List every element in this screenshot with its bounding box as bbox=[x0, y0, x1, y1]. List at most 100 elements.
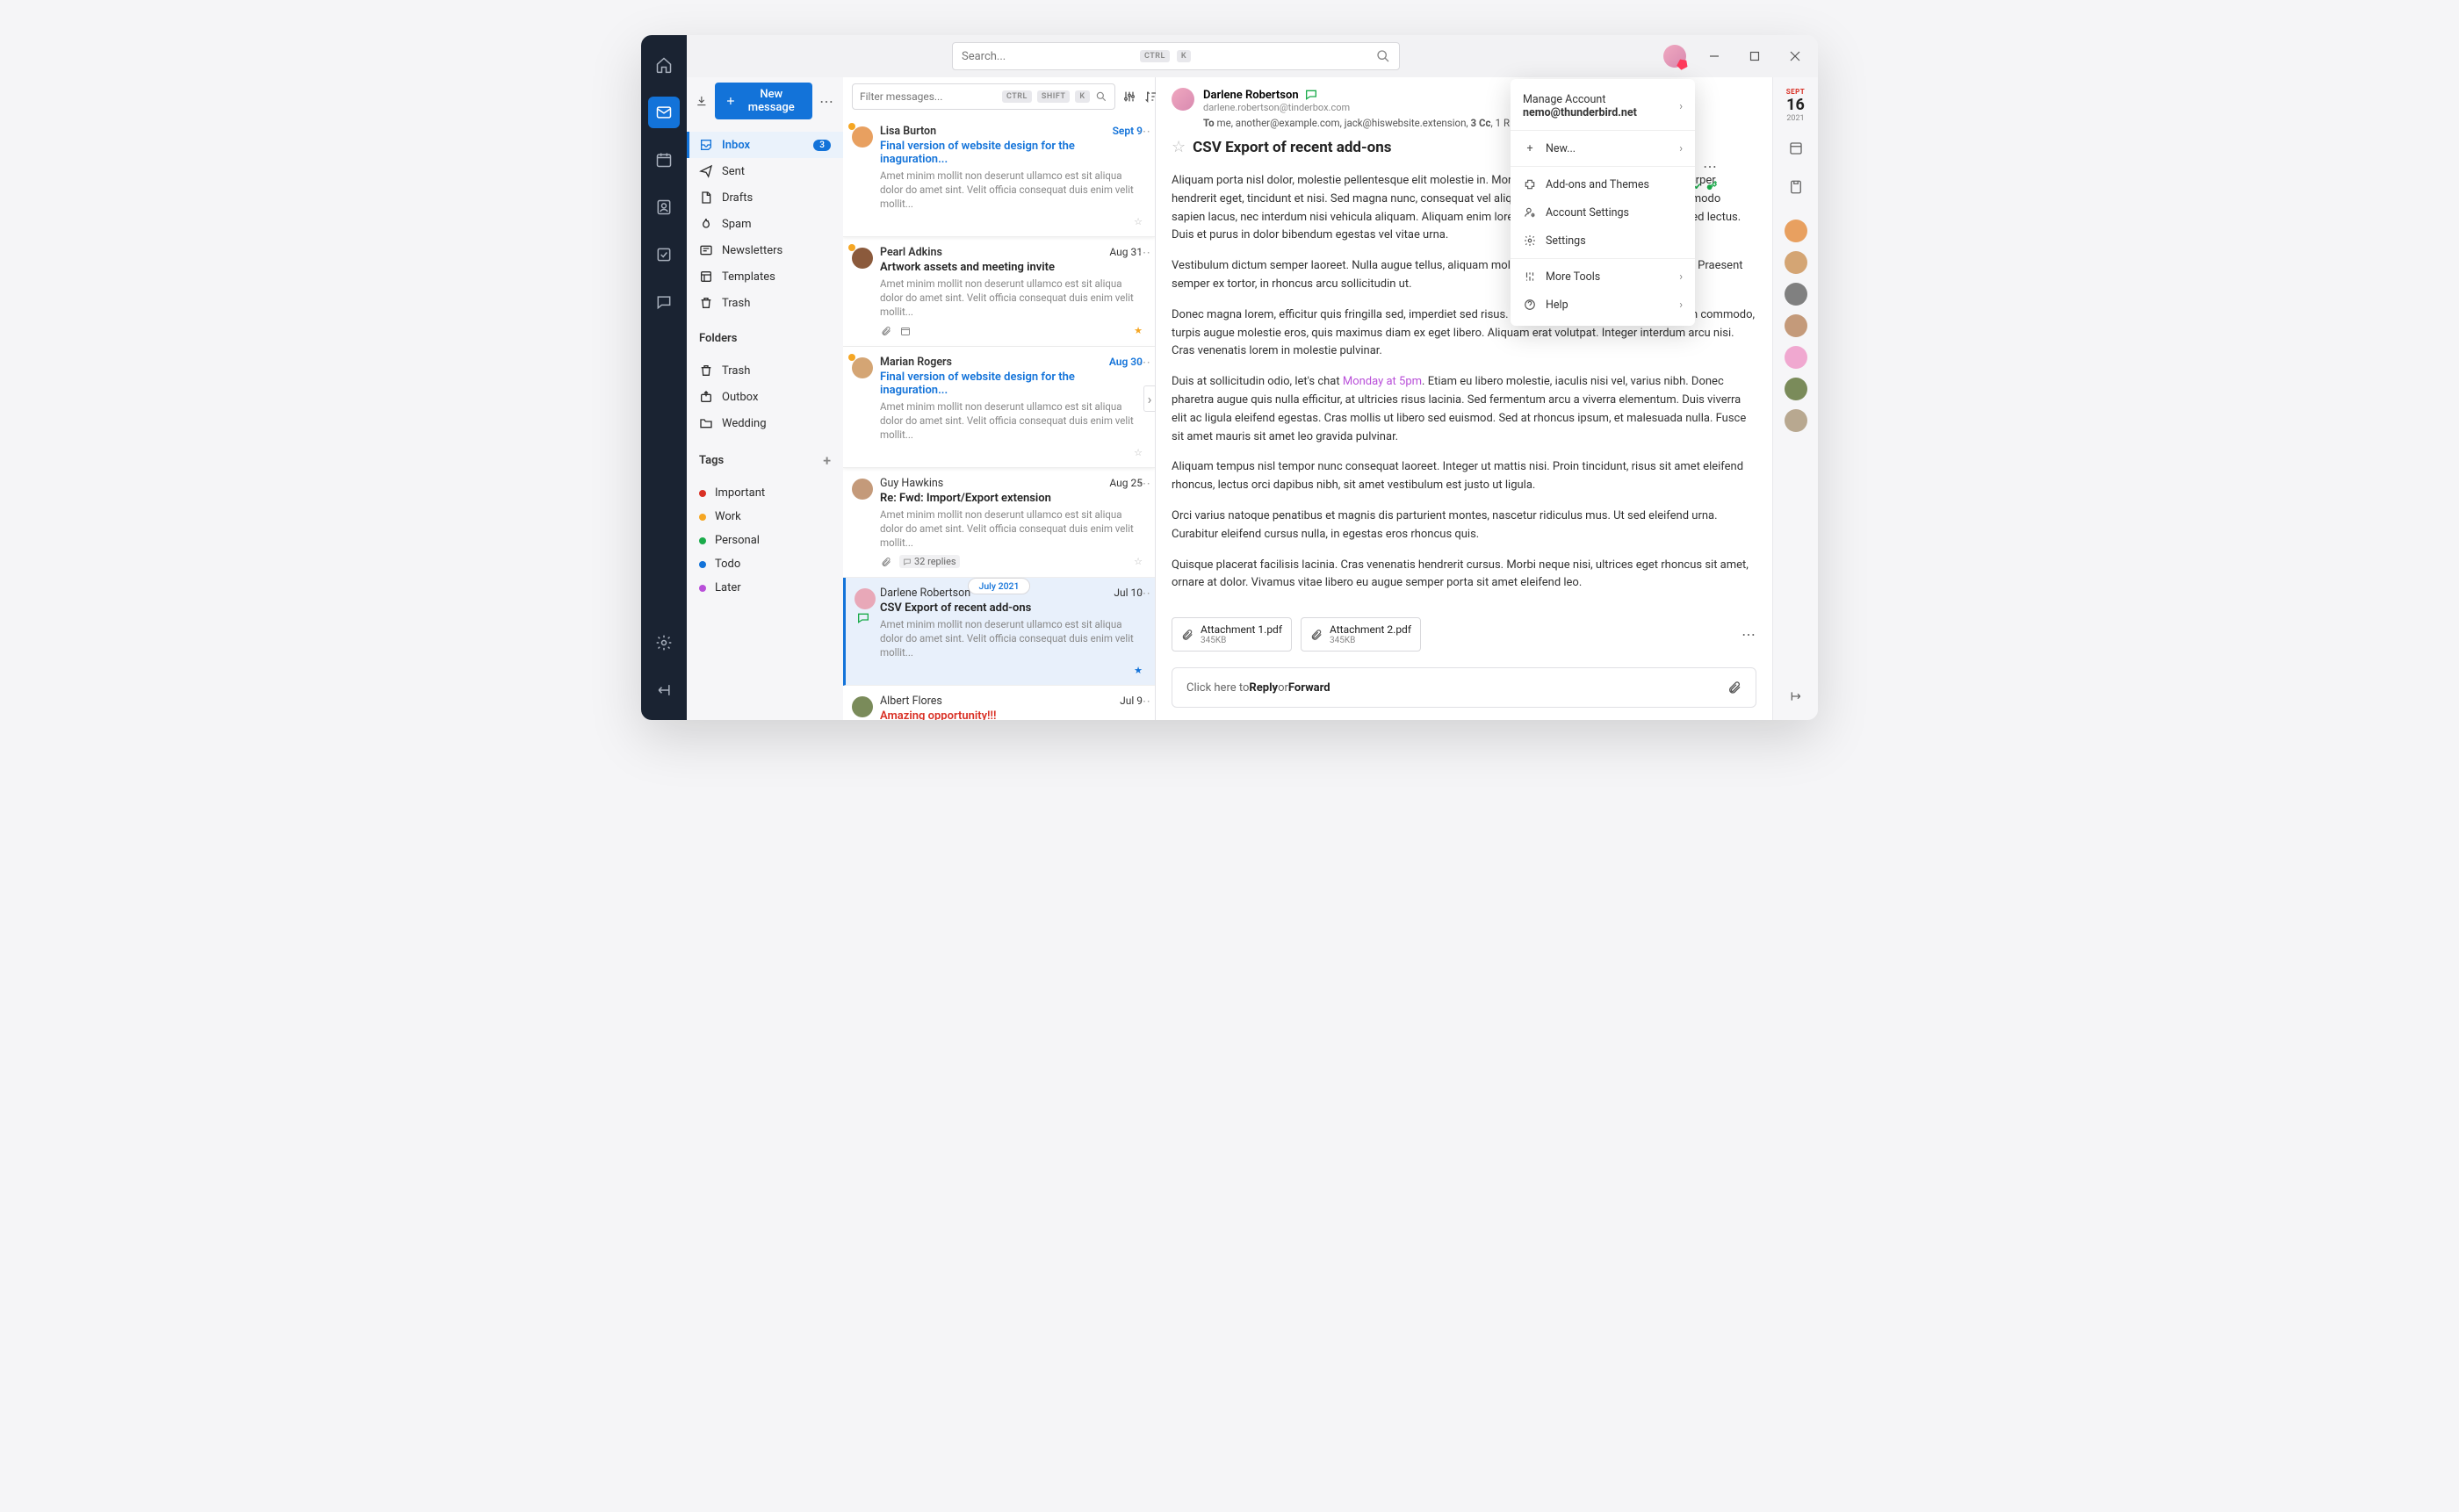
more-tools-item[interactable]: More Tools › bbox=[1511, 263, 1695, 291]
filter-input[interactable] bbox=[860, 90, 997, 103]
calendar-icon[interactable] bbox=[648, 144, 680, 176]
help-item[interactable]: Help › bbox=[1511, 291, 1695, 319]
outbox-icon bbox=[699, 390, 713, 404]
message-card[interactable]: ⋯ Marian RogersAug 30 Final version of w… bbox=[843, 347, 1155, 468]
search-input[interactable] bbox=[962, 50, 1133, 63]
tag-dot-icon bbox=[699, 585, 706, 592]
folder-sidebar: New message ⋯ Inbox3SentDraftsSpamNewsle… bbox=[687, 77, 843, 720]
add-tag-icon[interactable]: + bbox=[823, 452, 831, 469]
star-icon[interactable]: ☆ bbox=[1134, 447, 1143, 458]
mail-icon[interactable] bbox=[648, 97, 680, 128]
message-subject: CSV Export of recent add-ons bbox=[880, 601, 1143, 615]
tag-item-later[interactable]: Later bbox=[687, 576, 843, 600]
tag-item-important[interactable]: Important bbox=[687, 481, 843, 505]
trash-icon bbox=[699, 364, 713, 378]
folder-item-spam[interactable]: Spam bbox=[687, 211, 843, 237]
contact-avatar[interactable] bbox=[1785, 251, 1807, 274]
star-icon[interactable]: ☆ bbox=[1134, 216, 1143, 227]
notes-icon[interactable] bbox=[1783, 174, 1809, 200]
message-more-icon[interactable]: ⋯ bbox=[1138, 246, 1151, 260]
message-card[interactable]: ⋯ Guy HawkinsAug 25 Re: Fwd: Import/Expo… bbox=[843, 468, 1155, 578]
tasks-icon[interactable] bbox=[648, 239, 680, 270]
sender-name: Darlene Robertson bbox=[1203, 89, 1299, 102]
global-search[interactable]: CTRL K bbox=[952, 42, 1400, 70]
collapse-rail-icon[interactable] bbox=[648, 674, 680, 706]
star-icon[interactable]: ★ bbox=[1134, 325, 1143, 336]
account-avatar[interactable] bbox=[1663, 45, 1686, 68]
star-icon[interactable]: ★ bbox=[1134, 665, 1143, 676]
message-more-icon[interactable]: ⋯ bbox=[1138, 695, 1151, 709]
contact-avatar[interactable] bbox=[1785, 409, 1807, 432]
download-icon[interactable] bbox=[696, 94, 708, 108]
close-icon[interactable] bbox=[1783, 44, 1807, 68]
message-card[interactable]: ⋯ Albert FloresJul 9 Amazing opportunity… bbox=[843, 686, 1155, 720]
home-icon[interactable] bbox=[648, 49, 680, 81]
message-subject: Artwork assets and meeting invite bbox=[880, 261, 1143, 274]
chat-icon[interactable] bbox=[648, 286, 680, 318]
minimize-icon[interactable] bbox=[1702, 44, 1727, 68]
sender-avatar bbox=[855, 588, 876, 609]
contact-avatar[interactable] bbox=[1785, 220, 1807, 242]
meeting-link[interactable]: Monday at 5pm bbox=[1343, 375, 1422, 388]
more-icon[interactable]: ⋯ bbox=[1703, 158, 1718, 175]
filter-messages[interactable]: CTRL SHIFT K bbox=[852, 83, 1115, 110]
attachment-chip[interactable]: Attachment 1.pdf345KB bbox=[1172, 617, 1292, 652]
message-more-icon[interactable]: ⋯ bbox=[1138, 356, 1151, 370]
folder-item-outbox[interactable]: Outbox bbox=[687, 384, 843, 410]
sender-avatar[interactable] bbox=[1172, 88, 1194, 111]
draft-icon bbox=[699, 191, 713, 205]
folder-item-templates[interactable]: Templates bbox=[687, 263, 843, 290]
chat-status-icon bbox=[856, 611, 870, 625]
chevron-right-icon: › bbox=[1679, 142, 1683, 155]
tag-dot-icon bbox=[699, 514, 706, 521]
new-message-button[interactable]: New message bbox=[715, 83, 812, 119]
folder-item-inbox[interactable]: Inbox3 bbox=[687, 132, 843, 158]
attach-icon[interactable] bbox=[1727, 680, 1741, 695]
plus-icon bbox=[725, 95, 736, 107]
contact-avatar[interactable] bbox=[1785, 314, 1807, 337]
attachments-more-icon[interactable]: ⋯ bbox=[1741, 626, 1756, 643]
expand-rail-icon[interactable] bbox=[1783, 683, 1809, 709]
folder-item-wedding[interactable]: Wedding bbox=[687, 410, 843, 436]
star-icon[interactable]: ☆ bbox=[1134, 556, 1143, 567]
addons-item[interactable]: Add-ons and Themes bbox=[1511, 170, 1695, 198]
more-icon[interactable]: ⋯ bbox=[819, 93, 834, 110]
reply-forward-bar[interactable]: Click here to Reply or Forward bbox=[1172, 667, 1756, 708]
tag-item-personal[interactable]: Personal bbox=[687, 529, 843, 552]
maximize-icon[interactable] bbox=[1742, 44, 1767, 68]
account-settings-item[interactable]: Account Settings bbox=[1511, 198, 1695, 227]
folder-item-trash[interactable]: Trash bbox=[687, 290, 843, 316]
tag-item-todo[interactable]: Todo bbox=[687, 552, 843, 576]
contact-avatar[interactable] bbox=[1785, 346, 1807, 369]
folder-item-trash[interactable]: Trash bbox=[687, 357, 843, 384]
contacts-icon[interactable] bbox=[648, 191, 680, 223]
inbox-icon bbox=[699, 138, 713, 152]
kbd-hint: CTRL bbox=[1140, 50, 1170, 62]
sender-name: Pearl Adkins bbox=[880, 246, 942, 259]
message-preview: Amet minim mollit non deserunt ullamco e… bbox=[880, 277, 1143, 319]
folder-item-drafts[interactable]: Drafts bbox=[687, 184, 843, 211]
filter-sliders-icon[interactable] bbox=[1122, 87, 1136, 106]
message-card[interactable]: ⋯ Lisa BurtonSept 9 Final version of web… bbox=[843, 116, 1155, 237]
folder-item-newsletters[interactable]: Newsletters bbox=[687, 237, 843, 263]
tag-item-work[interactable]: Work bbox=[687, 505, 843, 529]
manage-account-item[interactable]: Manage Account nemo@thunderbird.net › bbox=[1511, 86, 1695, 126]
new-item[interactable]: + New... › bbox=[1511, 134, 1695, 162]
message-more-icon[interactable]: ⋯ bbox=[1138, 587, 1151, 601]
agenda-icon[interactable] bbox=[1783, 135, 1809, 162]
collapse-list-icon[interactable]: › bbox=[1143, 385, 1156, 412]
message-more-icon[interactable]: ⋯ bbox=[1138, 477, 1151, 491]
tags-section-title: Tags+ bbox=[687, 443, 843, 474]
message-preview: Amet minim mollit non deserunt ullamco e… bbox=[880, 508, 1143, 550]
fire-icon bbox=[699, 217, 713, 231]
attachment-chip[interactable]: Attachment 2.pdf345KB bbox=[1301, 617, 1421, 652]
message-card[interactable]: ⋯ Pearl AdkinsAug 31 Artwork assets and … bbox=[843, 237, 1155, 346]
contact-avatar[interactable] bbox=[1785, 378, 1807, 400]
settings-item[interactable]: Settings bbox=[1511, 227, 1695, 255]
calendar-mini[interactable]: SEPT 16 2021 bbox=[1786, 88, 1806, 123]
settings-icon[interactable] bbox=[648, 627, 680, 659]
star-icon[interactable]: ☆ bbox=[1172, 138, 1186, 156]
contact-avatar[interactable] bbox=[1785, 283, 1807, 306]
folder-item-sent[interactable]: Sent bbox=[687, 158, 843, 184]
message-more-icon[interactable]: ⋯ bbox=[1138, 125, 1151, 139]
